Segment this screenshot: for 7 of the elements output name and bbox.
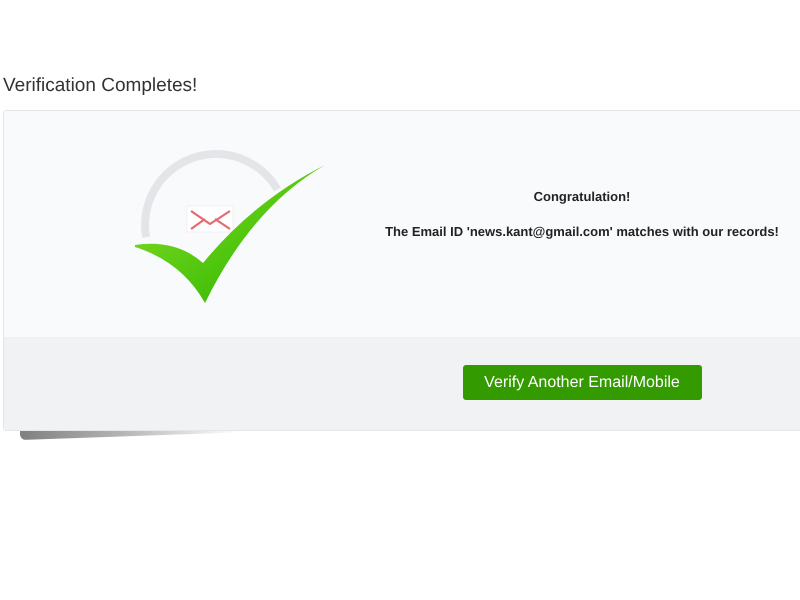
match-message: The Email ID 'news.kant@gmail.com' matches with our records!: [385, 223, 779, 241]
envelope-icon: [186, 206, 234, 232]
arc-icon: [141, 150, 281, 238]
verify-another-button[interactable]: Verify Another Email/Mobile: [462, 365, 702, 400]
congratulation-heading: Congratulation!: [534, 188, 630, 206]
page-title: Verification Completes!: [3, 74, 198, 97]
checkmark-icon: [135, 165, 325, 303]
